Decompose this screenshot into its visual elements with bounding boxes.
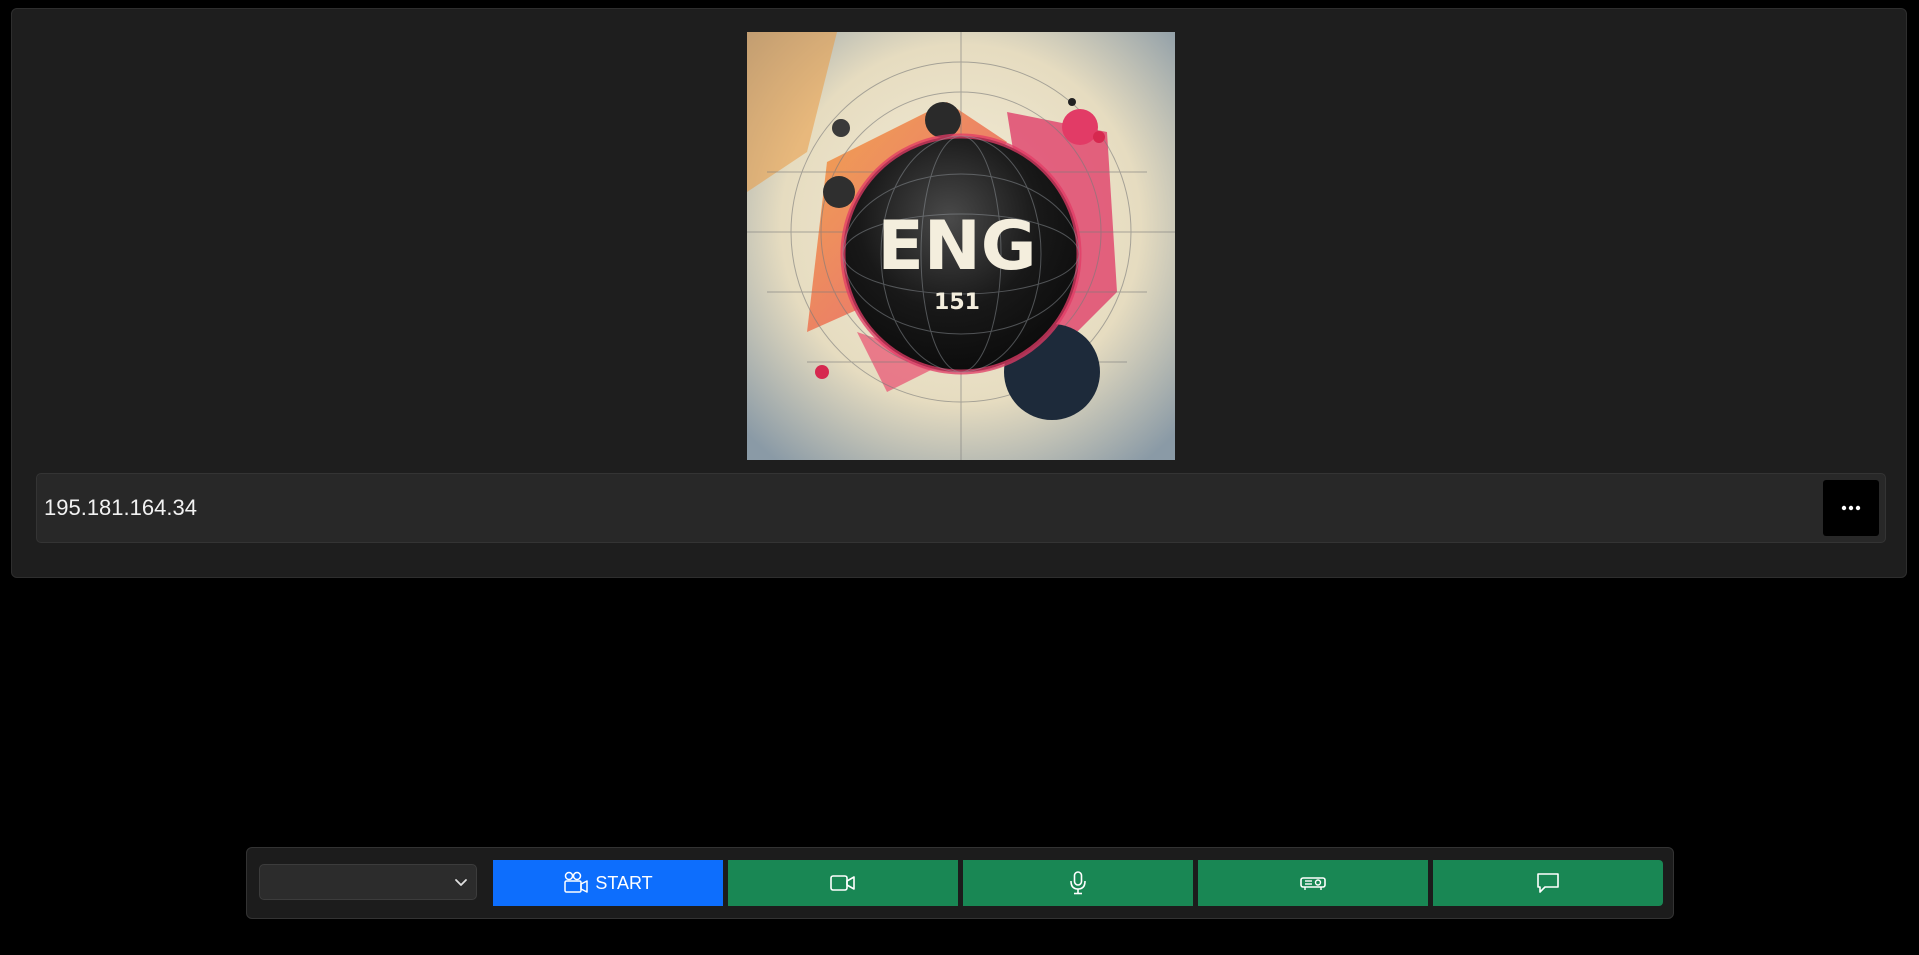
projector-icon [1300,877,1326,890]
control-toolbar: START [246,847,1674,919]
camera-reels-icon [564,871,589,893]
stream-card: ENG 151 195.181.164.34 [11,8,1907,578]
microphone-icon [1070,871,1086,895]
chat-bubble-icon [1537,873,1559,893]
screen-share-button[interactable] [1198,860,1428,906]
chat-button[interactable] [1433,860,1663,906]
microphone-toggle-button[interactable] [963,860,1193,906]
camera-toggle-button[interactable] [728,860,958,906]
more-options-button[interactable] [1823,480,1879,536]
stream-info-bar: 195.181.164.34 [36,473,1886,543]
thumbnail-title: ENG [877,207,1036,286]
thumbnail-subtitle: 151 [934,290,980,315]
chevron-down-icon [455,879,467,886]
start-button[interactable]: START [493,860,723,906]
thumbnail-artwork: ENG 151 [747,32,1175,460]
stream-thumbnail[interactable]: ENG 151 [747,32,1175,460]
ip-address: 195.181.164.34 [44,495,197,520]
video-camera-icon [830,875,855,891]
source-select[interactable] [259,864,477,900]
start-button-label: START [595,872,653,893]
ellipsis-icon [1841,505,1861,511]
